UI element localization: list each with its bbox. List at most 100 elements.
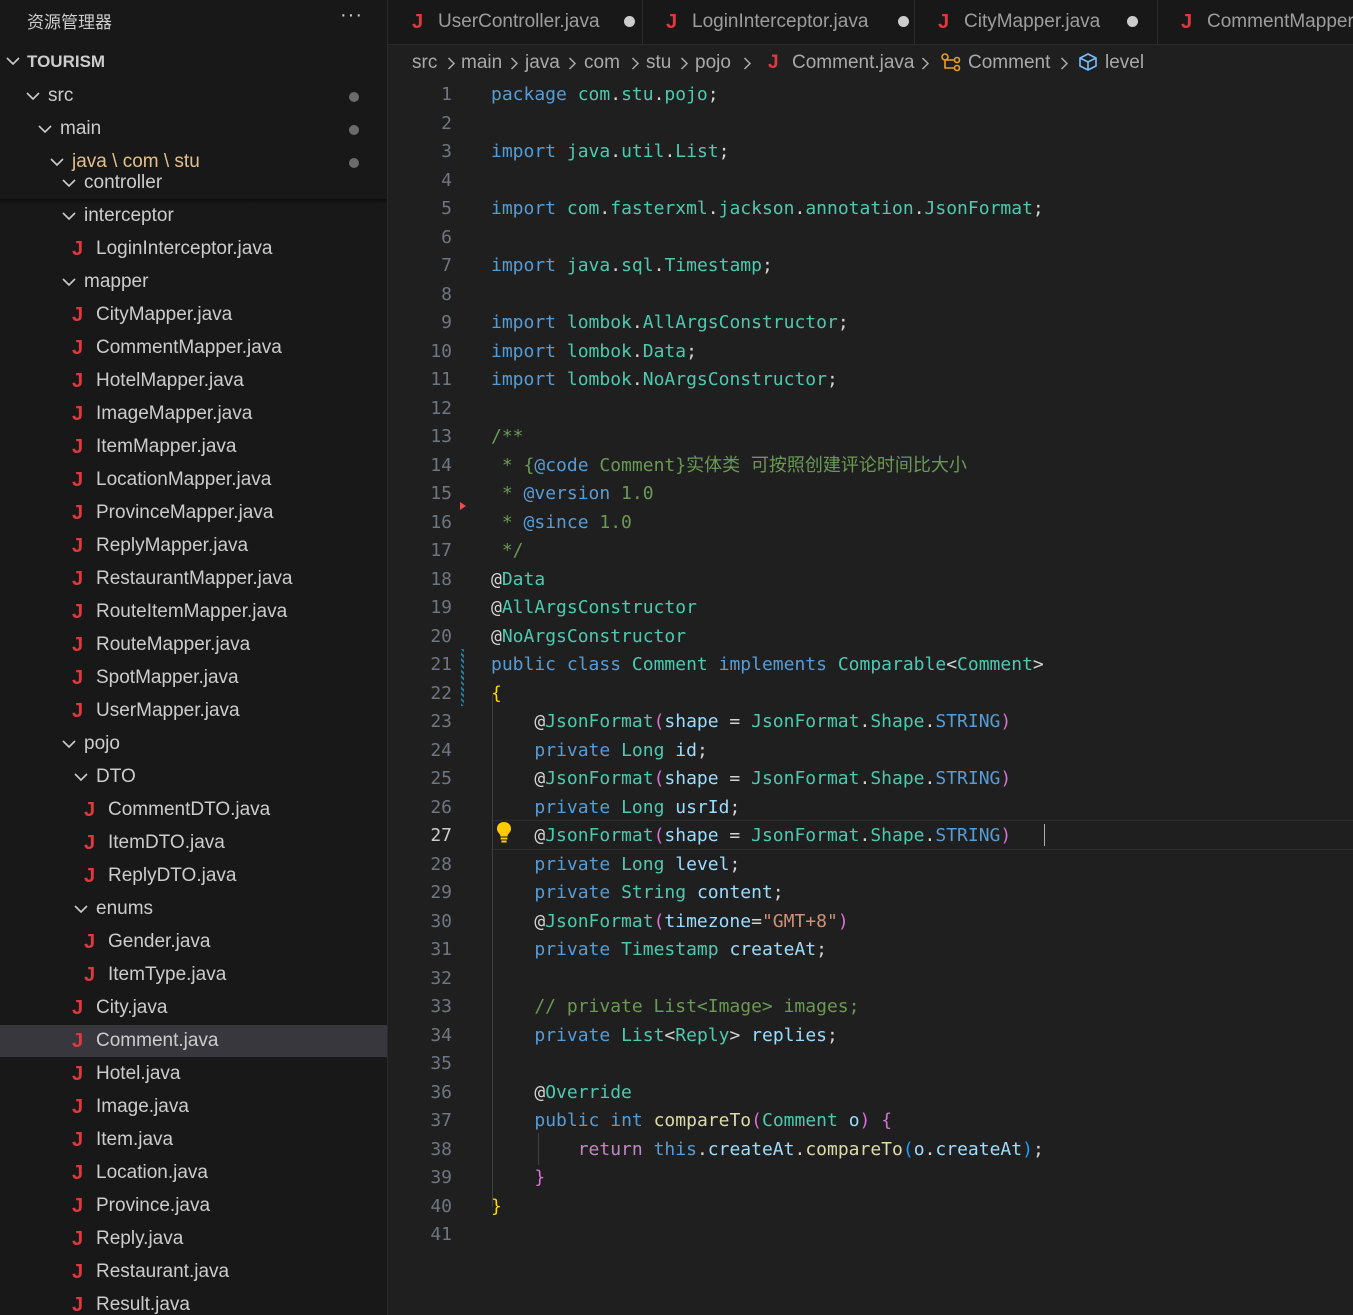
tree-file[interactable]: J ItemType.java	[0, 959, 387, 991]
tree-file[interactable]: J CommentMapper.java	[0, 332, 387, 364]
tree-file[interactable]: J City.java	[0, 992, 387, 1024]
tree-folder[interactable]: mapper	[0, 266, 387, 298]
tree-item-label: Gender.java	[108, 931, 211, 952]
text-cursor	[1044, 824, 1045, 846]
code-token: this	[653, 1138, 697, 1160]
editor-tab[interactable]: J CommentMapper.java	[1157, 0, 1353, 44]
code-token: createAt	[707, 1138, 795, 1160]
code-token: Timestamp	[664, 255, 762, 276]
tree-file[interactable]: J LoginInterceptor.java	[0, 233, 387, 265]
code-line: @JsonFormat(shape = JsonFormat.Shape.STR…	[491, 765, 1011, 794]
more-actions-icon[interactable]: ···	[340, 4, 363, 27]
line-number: 25	[430, 768, 452, 789]
tree-file[interactable]: J ImageMapper.java	[0, 398, 387, 430]
tree-file[interactable]: J RouteItemMapper.java	[0, 596, 387, 628]
tree-file[interactable]: J CityMapper.java	[0, 299, 387, 331]
breadcrumb-class[interactable]: Comment	[968, 45, 1050, 81]
code-token: )	[1000, 825, 1012, 846]
tree-folder[interactable]: DTO	[0, 761, 387, 793]
tree-file[interactable]: J Comment.java	[0, 1025, 387, 1057]
tree-folder[interactable]: pojo	[0, 728, 387, 760]
line-number: 6	[441, 226, 452, 248]
code-line: @Data	[491, 566, 545, 595]
code-token: Data	[501, 568, 546, 590]
tree-file[interactable]: J ItemDTO.java	[0, 827, 387, 859]
breadcrumb-item[interactable]: src	[412, 45, 437, 81]
code-editor[interactable]: 1 package com.stu.pojo; 2 3 import java.util…	[388, 81, 1353, 1315]
tree-file[interactable]: J Province.java	[0, 1190, 387, 1222]
tree-item-label: Location.java	[96, 1162, 208, 1183]
unsaved-dot-icon[interactable]	[898, 16, 909, 27]
unsaved-dot-icon[interactable]	[624, 16, 635, 27]
unsaved-dot-icon[interactable]	[1127, 16, 1138, 27]
tree-file[interactable]: J UserMapper.java	[0, 695, 387, 727]
code-token: (	[902, 1138, 914, 1160]
tree-file[interactable]: J ProvinceMapper.java	[0, 497, 387, 529]
tree-item-label: Restaurant.java	[96, 1261, 230, 1282]
code-token: JsonFormat	[545, 910, 654, 932]
editor-tab[interactable]: J CityMapper.java	[914, 0, 1158, 44]
tree-file[interactable]: J Gender.java	[0, 926, 387, 958]
tree-file[interactable]: J Restaurant.java	[0, 1256, 387, 1288]
breadcrumb-file[interactable]: Comment.java	[792, 45, 915, 81]
editor-tab[interactable]: J LoginInterceptor.java	[642, 0, 915, 44]
breadcrumb-item[interactable]: stu	[646, 45, 671, 81]
tree-folder[interactable]: enums	[0, 893, 387, 925]
code-token: @since	[523, 511, 589, 533]
breadcrumb-item[interactable]: main	[461, 45, 502, 81]
code-token: annotation	[805, 198, 914, 219]
code-token: Data	[642, 340, 687, 362]
code-token: shape	[664, 825, 719, 846]
tree-file[interactable]: J Item.java	[0, 1124, 387, 1156]
tree-file[interactable]: J RouteMapper.java	[0, 629, 387, 661]
code-token: * {	[491, 454, 535, 476]
line-number: 8	[441, 283, 452, 305]
code-token: fasterxml	[610, 198, 708, 219]
code-token: JsonFormat	[924, 198, 1033, 219]
tree-item-label: CommentMapper.java	[96, 337, 282, 358]
line-number: 3	[441, 141, 452, 162]
tree-file[interactable]: J Hotel.java	[0, 1058, 387, 1090]
tree-file[interactable]: J CommentDTO.java	[0, 794, 387, 826]
code-token: .	[664, 141, 676, 162]
tree-file[interactable]: J Image.java	[0, 1091, 387, 1123]
tree-folder[interactable]: controller	[0, 170, 387, 196]
code-token: "GMT+8"	[761, 910, 838, 932]
code-token: import	[491, 340, 557, 362]
code-token: int	[610, 1110, 643, 1131]
breadcrumb-item[interactable]: com	[584, 45, 620, 81]
breadcrumb-field[interactable]: level	[1105, 45, 1144, 81]
tree-file[interactable]: J ItemMapper.java	[0, 431, 387, 463]
breadcrumb-item[interactable]: pojo	[695, 45, 731, 81]
tree-file[interactable]: J SpotMapper.java	[0, 662, 387, 694]
folding-arrow-icon[interactable]	[459, 501, 467, 511]
tree-file[interactable]: J Reply.java	[0, 1223, 387, 1255]
java-file-icon: J	[84, 832, 96, 854]
tree-folder[interactable]: main	[0, 113, 387, 145]
tree-file[interactable]: J Result.java	[0, 1289, 387, 1315]
tree-file[interactable]: J LocationMapper.java	[0, 464, 387, 496]
workspace-root[interactable]: TOURISM	[0, 46, 387, 78]
breadcrumb-item[interactable]: java	[525, 45, 560, 81]
code-token: Timestamp	[621, 939, 719, 960]
tree-file[interactable]: J HotelMapper.java	[0, 365, 387, 397]
line-number: 10	[430, 340, 452, 362]
tree-folder[interactable]: interceptor	[0, 200, 387, 232]
tree-file[interactable]: J ReplyDTO.java	[0, 860, 387, 892]
java-file-icon: J	[72, 1162, 84, 1184]
code-token: JsonFormat	[751, 825, 860, 846]
code-line: import lombok.Data;	[491, 338, 697, 367]
editor-tab[interactable]: J UserController.java	[388, 0, 643, 44]
tree-file[interactable]: J Location.java	[0, 1157, 387, 1189]
tree-folder[interactable]: src	[0, 80, 387, 112]
code-token: ;	[837, 312, 849, 333]
tree-file[interactable]: J ReplyMapper.java	[0, 530, 387, 562]
tree-file[interactable]: J RestaurantMapper.java	[0, 563, 387, 595]
code-line: import lombok.AllArgsConstructor;	[491, 309, 849, 338]
code-token: @version	[523, 483, 611, 504]
